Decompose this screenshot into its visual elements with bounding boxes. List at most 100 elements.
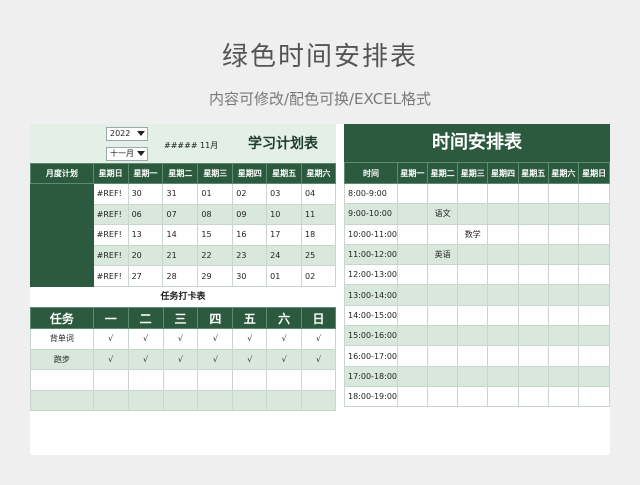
calendar-cell[interactable]: 02 xyxy=(301,265,336,287)
calendar-cell[interactable]: 20 xyxy=(127,244,164,267)
schedule-cell[interactable] xyxy=(426,385,459,408)
schedule-cell[interactable] xyxy=(578,223,610,245)
schedule-cell[interactable] xyxy=(578,203,610,225)
calendar-cell[interactable]: #REF! xyxy=(92,244,129,267)
calendar-cell[interactable]: 11 xyxy=(301,203,336,226)
calendar-cell[interactable]: 28 xyxy=(162,265,199,287)
check-cell[interactable]: √ xyxy=(197,328,234,350)
schedule-cell[interactable] xyxy=(487,304,519,327)
year-select[interactable]: 2022 xyxy=(106,127,148,141)
calendar-cell[interactable]: #REF! xyxy=(92,203,129,226)
check-cell[interactable]: √ xyxy=(301,348,336,370)
check-cell[interactable]: √ xyxy=(127,328,164,350)
calendar-cell[interactable]: 02 xyxy=(232,183,268,205)
calendar-cell[interactable]: 31 xyxy=(162,183,199,205)
schedule-cell[interactable] xyxy=(487,284,519,306)
task-name-cell[interactable] xyxy=(30,369,94,391)
check-cell[interactable]: √ xyxy=(92,328,129,350)
schedule-cell[interactable] xyxy=(426,325,459,347)
check-cell[interactable]: √ xyxy=(232,328,268,350)
calendar-cell[interactable]: 18 xyxy=(301,224,336,246)
schedule-cell[interactable] xyxy=(457,264,489,286)
schedule-cell[interactable] xyxy=(578,325,610,347)
calendar-cell[interactable]: 01 xyxy=(197,183,234,205)
schedule-cell[interactable] xyxy=(578,385,610,408)
schedule-cell[interactable] xyxy=(578,182,610,205)
calendar-cell[interactable]: 16 xyxy=(232,224,268,246)
schedule-cell[interactable] xyxy=(547,182,580,205)
check-cell[interactable]: √ xyxy=(232,348,268,370)
check-cell[interactable] xyxy=(266,389,303,411)
calendar-cell[interactable]: 23 xyxy=(232,244,268,267)
schedule-cell[interactable] xyxy=(397,223,428,245)
calendar-cell[interactable]: 01 xyxy=(266,265,303,287)
calendar-cell[interactable]: 21 xyxy=(162,244,199,267)
schedule-cell[interactable] xyxy=(457,385,489,408)
schedule-cell[interactable] xyxy=(517,264,549,286)
schedule-cell[interactable] xyxy=(397,284,428,306)
calendar-cell[interactable]: 14 xyxy=(162,224,199,246)
schedule-cell[interactable] xyxy=(547,325,580,347)
schedule-cell[interactable] xyxy=(517,284,549,306)
calendar-cell[interactable]: 03 xyxy=(266,183,303,205)
check-cell[interactable] xyxy=(162,369,199,391)
schedule-cell[interactable] xyxy=(397,243,428,266)
schedule-cell[interactable] xyxy=(397,365,428,387)
calendar-cell[interactable]: 24 xyxy=(266,244,303,267)
schedule-cell[interactable] xyxy=(578,243,610,266)
calendar-cell[interactable]: 30 xyxy=(232,265,268,287)
schedule-cell[interactable]: 语文 xyxy=(426,203,459,225)
schedule-cell[interactable] xyxy=(426,345,459,367)
schedule-cell[interactable] xyxy=(397,304,428,327)
schedule-cell[interactable] xyxy=(397,345,428,367)
schedule-cell[interactable] xyxy=(397,203,428,225)
schedule-cell[interactable] xyxy=(457,325,489,347)
schedule-cell[interactable] xyxy=(487,365,519,387)
schedule-cell[interactable] xyxy=(517,325,549,347)
schedule-cell[interactable] xyxy=(578,365,610,387)
calendar-cell[interactable]: #REF! xyxy=(92,183,129,205)
check-cell[interactable] xyxy=(197,369,234,391)
calendar-cell[interactable]: #REF! xyxy=(92,265,129,287)
schedule-cell[interactable] xyxy=(426,284,459,306)
schedule-cell[interactable] xyxy=(547,365,580,387)
check-cell[interactable]: √ xyxy=(197,348,234,370)
schedule-cell[interactable] xyxy=(547,243,580,266)
schedule-cell[interactable] xyxy=(517,345,549,367)
check-cell[interactable]: √ xyxy=(266,328,303,350)
schedule-cell[interactable] xyxy=(426,304,459,327)
schedule-cell[interactable] xyxy=(457,284,489,306)
schedule-cell[interactable] xyxy=(547,264,580,286)
schedule-cell[interactable] xyxy=(457,365,489,387)
schedule-cell[interactable] xyxy=(397,264,428,286)
schedule-cell[interactable] xyxy=(517,385,549,408)
schedule-cell[interactable] xyxy=(517,182,549,205)
schedule-cell[interactable] xyxy=(547,304,580,327)
check-cell[interactable] xyxy=(232,389,268,411)
schedule-cell[interactable]: 英语 xyxy=(426,243,459,266)
schedule-cell[interactable]: 数学 xyxy=(457,223,489,245)
calendar-cell[interactable]: 10 xyxy=(266,203,303,226)
task-name-cell[interactable]: 跑步 xyxy=(30,348,94,370)
schedule-cell[interactable] xyxy=(457,182,489,205)
schedule-cell[interactable] xyxy=(487,203,519,225)
schedule-cell[interactable] xyxy=(457,243,489,266)
schedule-cell[interactable] xyxy=(487,264,519,286)
schedule-cell[interactable] xyxy=(487,182,519,205)
calendar-cell[interactable]: 17 xyxy=(266,224,303,246)
check-cell[interactable] xyxy=(266,369,303,391)
schedule-cell[interactable] xyxy=(547,223,580,245)
month-select[interactable]: 十一月 xyxy=(106,147,148,161)
calendar-cell[interactable]: 29 xyxy=(197,265,234,287)
schedule-cell[interactable] xyxy=(457,203,489,225)
schedule-cell[interactable] xyxy=(578,264,610,286)
schedule-cell[interactable] xyxy=(426,223,459,245)
calendar-cell[interactable]: 27 xyxy=(127,265,164,287)
calendar-cell[interactable]: 25 xyxy=(301,244,336,267)
schedule-cell[interactable] xyxy=(517,304,549,327)
calendar-cell[interactable]: 07 xyxy=(162,203,199,226)
check-cell[interactable] xyxy=(301,389,336,411)
schedule-cell[interactable] xyxy=(517,365,549,387)
schedule-cell[interactable] xyxy=(397,385,428,408)
check-cell[interactable]: √ xyxy=(127,348,164,370)
